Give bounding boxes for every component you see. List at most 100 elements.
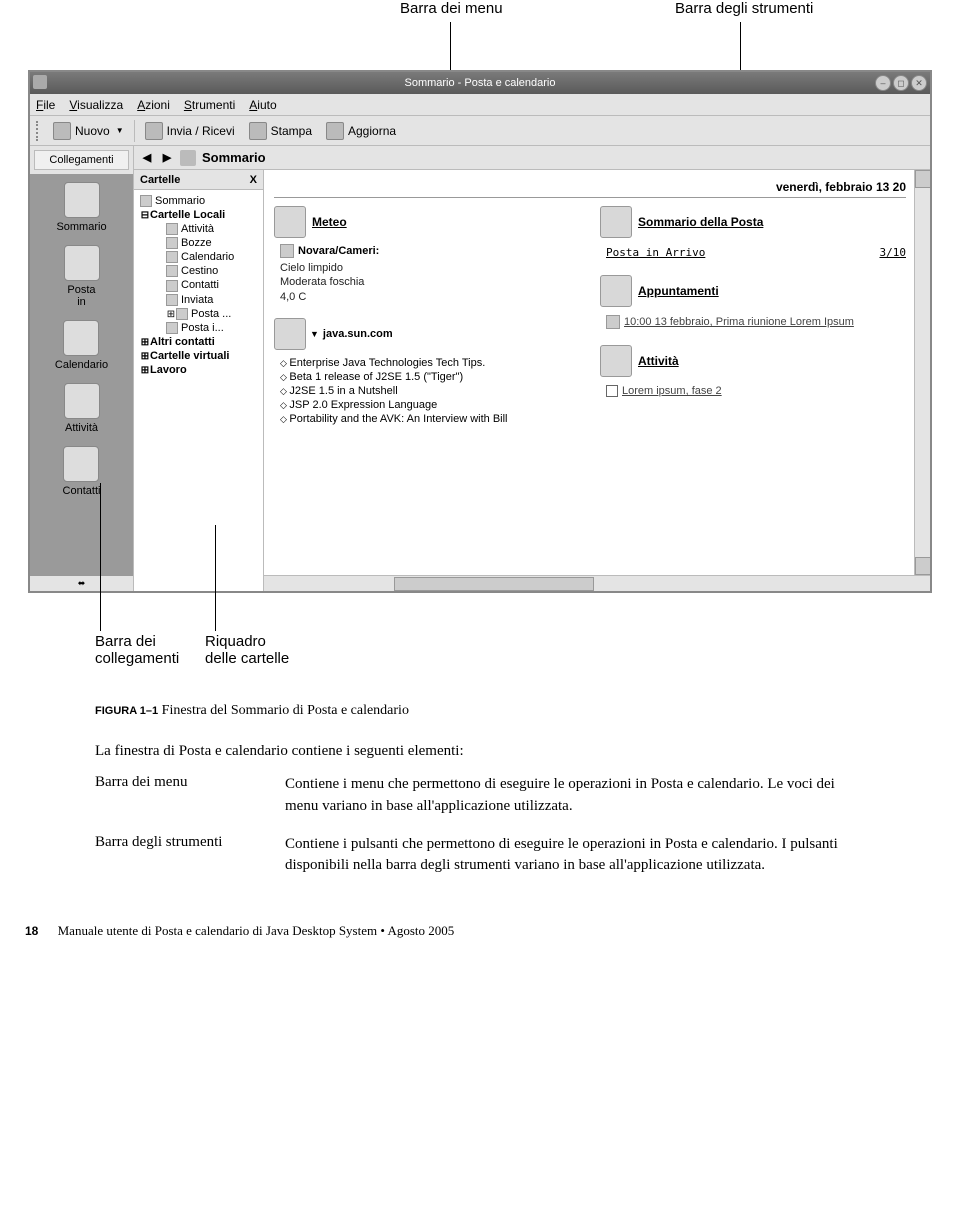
annotation-folders: Riquadro delle cartelle [205,633,289,667]
tree-expander-icon[interactable]: ⊟ [140,210,150,221]
new-icon [53,122,71,140]
task-checkbox[interactable] [606,385,618,397]
shortcut-item[interactable]: Sommario [56,182,106,233]
tree-item[interactable]: ⊞Altri contatti [136,335,261,349]
print-button[interactable]: Stampa [245,120,316,142]
summary-icon [180,150,196,166]
print-icon [249,122,267,140]
menu-actions[interactable]: Azioni [137,98,170,112]
summary-view: venerdì, febbraio 13 20 Meteo Novara/ [264,170,930,591]
tree-item[interactable]: ⊞Lavoro [136,363,261,377]
mail-inbox-link[interactable]: Posta in Arrivo 3/10 [606,244,906,261]
page-number: 18 [25,924,38,938]
footer-text: Manuale utente di Posta e calendario di … [58,923,455,938]
horizontal-scrollbar[interactable] [264,575,930,591]
shortcut-bar-title[interactable]: Collegamenti [34,150,129,170]
nav-forward-button[interactable]: ▶ [160,151,174,165]
maximize-button[interactable]: ◻ [893,75,909,91]
definition-row: Barra degli strumentiContiene i pulsanti… [95,834,865,894]
news-item[interactable]: JSP 2.0 Expression Language [280,398,580,412]
intro-paragraph: La finestra di Posta e calendario contie… [95,743,865,760]
definition-description: Contiene i pulsanti che permettono di es… [285,834,865,894]
shortcut-icon [64,383,100,419]
appointments-widget: Appuntamenti 10:00 13 febbraio, Prima ri… [600,275,906,331]
appointment-link[interactable]: 10:00 13 febbraio, Prima riunione Lorem … [606,313,906,331]
bottom-annotations: Barra dei collegamenti Riquadro delle ca… [0,593,960,673]
folder-icon [166,237,178,249]
shortcut-bar: Collegamenti Sommario Posta in Calendario A… [30,146,134,591]
tree-item[interactable]: Calendario [136,250,261,264]
document-body: FIGURA 1–1 Finestra del Sommario di Post… [0,673,960,923]
window-title: Sommario - Posta e calendario [404,77,555,89]
folder-icon [166,223,178,235]
annotation-menubar: Barra dei menu [400,0,503,17]
figure-caption: FIGURA 1–1 Finestra del Sommario di Post… [95,703,865,719]
new-button[interactable]: Nuovo ▼ [49,120,128,142]
folder-pane-close-button[interactable]: X [250,174,257,186]
tree-expander-icon[interactable]: ⊞ [166,309,176,320]
nav-back-button[interactable]: ◀ [140,151,154,165]
main-area: ◀ ▶ Sommario Cartelle X Sommario⊟Cartell… [134,146,930,591]
menu-tools[interactable]: Strumenti [184,98,235,112]
task-link[interactable]: Lorem ipsum, fase 2 [606,383,906,399]
tree-item[interactable]: Inviata [136,293,261,307]
tasks-icon [600,345,632,377]
definition-term: Barra degli strumenti [95,834,285,894]
shortcut-label: Contatti [63,485,101,497]
folder-icon [166,251,178,263]
tree-item[interactable]: ⊞Posta ... [136,307,261,321]
folder-pane: Cartelle X Sommario⊟Cartelle LocaliAttiv… [134,170,264,591]
shortcut-label: Attività [65,422,98,434]
news-widget: ▼ java.sun.com Enterprise Java Technolog… [274,318,580,426]
news-item[interactable]: Portability and the AVK: An Interview wi… [280,412,580,426]
send-receive-button[interactable]: Invia / Ricevi [141,120,239,142]
shortcut-icon [63,446,99,482]
news-item[interactable]: J2SE 1.5 in a Nutshell [280,384,580,398]
annotation-line [100,483,101,631]
tree-expander-icon[interactable]: ⊞ [140,365,150,376]
folder-icon [176,308,188,320]
tasks-widget: Attività Lorem ipsum, fase 2 [600,345,906,399]
menubar: File Visualizza Azioni Strumenti Aiuto [30,94,930,116]
shortcut-item[interactable]: Calendario [55,320,108,371]
shortcut-item[interactable]: Contatti [63,446,101,497]
tree-expander-icon[interactable]: ⊞ [140,337,150,348]
tree-item[interactable]: ⊞Cartelle virtuali [136,349,261,363]
scrollbar-thumb[interactable] [394,577,594,591]
tree-item[interactable]: Cestino [136,264,261,278]
definition-description: Contiene i menu che permettono di esegui… [285,774,865,834]
refresh-button[interactable]: Aggiorna [322,120,400,142]
folder-tree: Sommario⊟Cartelle LocaliAttivitàBozzeCal… [134,190,263,591]
weather-icon [274,206,306,238]
vertical-scrollbar[interactable] [914,170,930,575]
minimize-button[interactable]: – [875,75,891,91]
close-button[interactable]: ✕ [911,75,927,91]
menu-file[interactable]: File [36,98,55,112]
tree-expander-icon[interactable]: ⊞ [140,351,150,362]
app-body: Collegamenti Sommario Posta in Calendario A… [30,146,930,591]
tree-item[interactable]: Attività [136,222,261,236]
menu-view[interactable]: Visualizza [69,98,123,112]
folder-icon [166,280,178,292]
shortcut-label: Sommario [56,221,106,233]
chevron-down-icon[interactable]: ▼ [116,126,124,135]
shortcut-item[interactable]: Attività [64,383,100,434]
shortcut-item[interactable]: Posta in [64,245,100,308]
location-bar: ◀ ▶ Sommario [134,146,930,170]
tree-item[interactable]: ⊟Cartelle Locali [136,208,261,222]
refresh-icon [326,122,344,140]
location-icon [280,244,294,258]
definition-table: Barra dei menuContiene i menu che permet… [95,774,865,893]
news-item[interactable]: Enterprise Java Technologies Tech Tips. [280,356,580,370]
toolbar-handle[interactable] [36,121,41,141]
shortcut-toggle[interactable]: ⬌ [30,575,133,591]
shortcut-label: Posta in [67,284,95,308]
tree-item[interactable]: Contatti [136,278,261,292]
tree-item[interactable]: Posta i... [136,321,261,335]
menu-help[interactable]: Aiuto [249,98,276,112]
shortcut-icon [64,182,100,218]
news-item[interactable]: Beta 1 release of J2SE 1.5 ("Tiger") [280,370,580,384]
send-receive-icon [145,122,163,140]
tree-item[interactable]: Bozze [136,236,261,250]
tree-item[interactable]: Sommario [136,194,261,208]
